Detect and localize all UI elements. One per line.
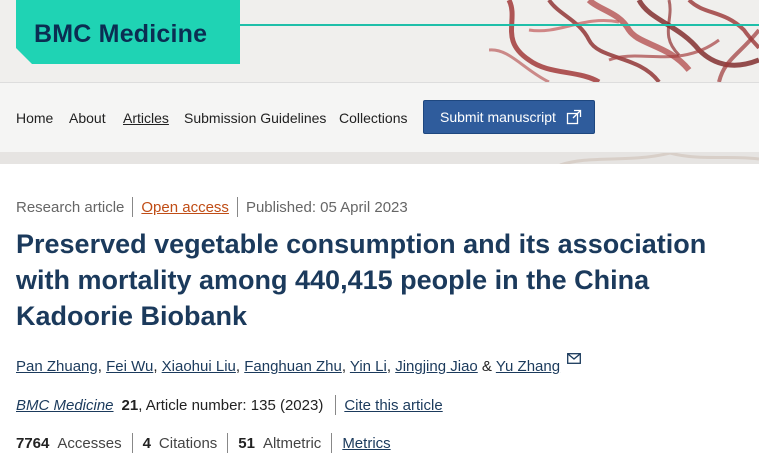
cite-article-link[interactable]: Cite this article <box>344 397 442 414</box>
mail-icon[interactable] <box>567 353 582 364</box>
author-link[interactable]: Yin Li <box>350 358 387 375</box>
divider <box>236 197 238 217</box>
author-list: Pan Zhuang, Fei Wu, Xiaohui Liu, Fanghua… <box>16 353 582 375</box>
author-joiner: & <box>477 358 496 375</box>
nav-submission-guidelines[interactable]: Submission Guidelines <box>184 110 326 126</box>
metrics-summary: 7764 Accesses 4 Citations 51 Altmetric M… <box>16 433 391 453</box>
citation-info: BMC Medicine 21 , Article number: 135 (2… <box>16 395 443 415</box>
article-number: , Article number: 135 (2023) <box>138 396 324 414</box>
volume: 21 <box>121 396 139 414</box>
divider <box>227 433 229 453</box>
article-meta: Research article Open access Published: … <box>16 197 408 217</box>
author-link[interactable]: Fanghuan Zhu <box>244 358 342 375</box>
journal-logo-text[interactable]: BMC Medicine <box>34 20 207 49</box>
altmetric-label: Altmetric <box>262 434 322 452</box>
article-type: Research article <box>16 198 125 216</box>
external-link-icon <box>566 109 582 125</box>
published-date: Published: 05 April 2023 <box>245 198 408 216</box>
open-access-link[interactable]: Open access <box>141 199 229 216</box>
accesses-count: 7764 <box>16 434 50 452</box>
nav-collections[interactable]: Collections <box>339 110 407 126</box>
journal-banner: BMC Medicine <box>0 0 759 82</box>
author-link[interactable]: Fei Wu <box>106 358 153 375</box>
author-separator: , <box>97 358 107 375</box>
citations-label: Citations <box>158 434 218 452</box>
author-separator: , <box>341 358 350 375</box>
main-nav: Home About Articles Submission Guideline… <box>0 82 759 153</box>
decorative-band <box>0 152 759 164</box>
divider <box>131 433 133 453</box>
author-link[interactable]: Pan Zhuang <box>16 358 98 375</box>
banner-accent-line <box>232 24 759 26</box>
submit-manuscript-label: Submit manuscript <box>440 109 556 125</box>
author-separator: , <box>386 358 396 375</box>
author-separator: , <box>235 358 245 375</box>
author-link[interactable]: Yu Zhang <box>496 358 560 375</box>
metrics-link[interactable]: Metrics <box>342 435 390 452</box>
journal-link[interactable]: BMC Medicine <box>16 397 114 414</box>
divider <box>132 197 134 217</box>
nav-articles[interactable]: Articles <box>123 110 169 126</box>
divider <box>331 433 333 453</box>
author-link[interactable]: Jingjing Jiao <box>395 358 478 375</box>
accesses-label: Accesses <box>57 434 122 452</box>
article-page: BMC Medicine Home About Articles Submiss… <box>0 0 759 459</box>
citations-count: 4 <box>142 434 151 452</box>
nav-home[interactable]: Home <box>16 110 53 126</box>
article-title: Preserved vegetable consumption and its … <box>16 229 707 331</box>
author-separator: , <box>153 358 162 375</box>
nav-about[interactable]: About <box>69 110 106 126</box>
altmetric-count: 51 <box>238 434 255 452</box>
header-artwork <box>489 0 759 82</box>
author-link[interactable]: Xiaohui Liu <box>162 358 236 375</box>
submit-manuscript-button[interactable]: Submit manuscript <box>423 100 595 134</box>
divider <box>335 395 337 415</box>
